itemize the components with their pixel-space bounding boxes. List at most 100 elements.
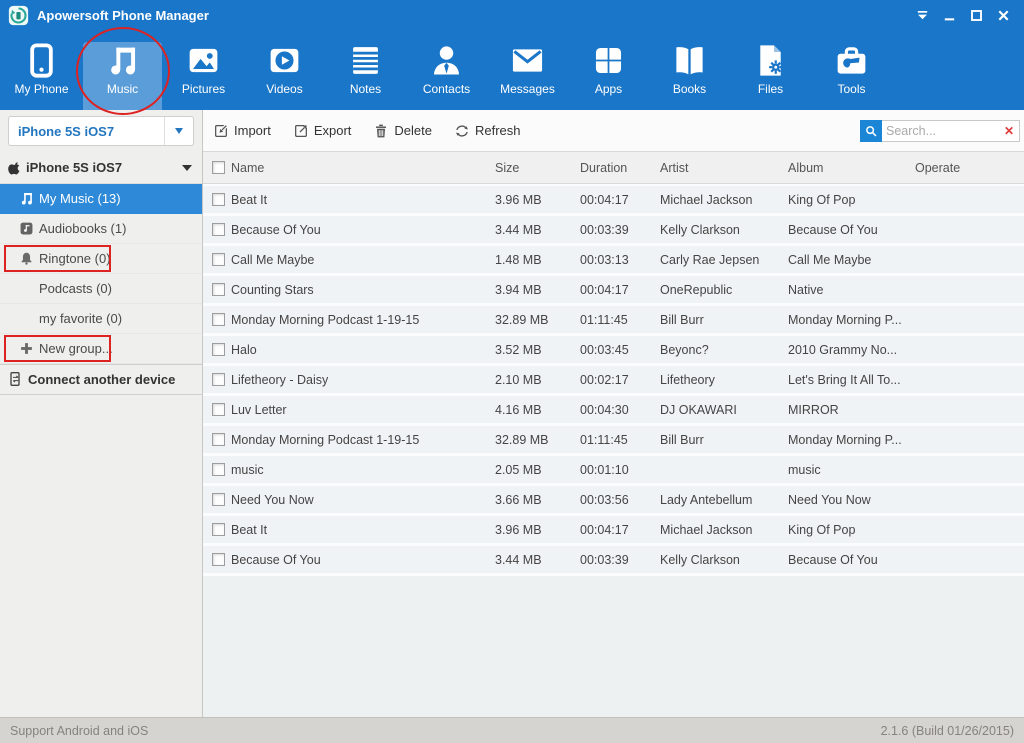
delete-button[interactable]: Delete	[373, 123, 432, 139]
search-input[interactable]	[882, 124, 999, 138]
cell-album: 2010 Grammy No...	[788, 343, 907, 357]
plus-icon	[19, 341, 39, 357]
skin-menu-icon[interactable]	[913, 7, 931, 23]
window-controls	[913, 7, 1016, 23]
device-selector-caret[interactable]	[164, 117, 193, 145]
table-row[interactable]: Call Me Maybe 1.48 MB 00:03:13 Carly Rae…	[203, 246, 1024, 273]
search-icon[interactable]	[860, 120, 882, 142]
books-icon	[672, 43, 707, 78]
sidebar-item-my-favorite-0[interactable]: my favorite (0)	[0, 304, 202, 334]
cell-size: 32.89 MB	[495, 313, 580, 327]
sidebar-item-podcasts-0[interactable]: Podcasts (0)	[0, 274, 202, 304]
col-artist[interactable]: Artist	[660, 161, 788, 175]
device-selector[interactable]: iPhone 5S iOS7	[8, 116, 194, 146]
device-header[interactable]: iPhone 5S iOS7	[0, 152, 202, 184]
cell-artist: Kelly Clarkson	[660, 223, 788, 237]
table-row[interactable]: Because Of You 3.44 MB 00:03:39 Kelly Cl…	[203, 546, 1024, 573]
table-row[interactable]: Monday Morning Podcast 1-19-15 32.89 MB …	[203, 426, 1024, 453]
sidebar-item-new-group[interactable]: New group...	[0, 334, 202, 364]
table-row[interactable]: Beat It 3.96 MB 00:04:17 Michael Jackson…	[203, 516, 1024, 543]
table-row[interactable]: music 2.05 MB 00:01:10 music	[203, 456, 1024, 483]
table-row[interactable]: Because Of You 3.44 MB 00:03:39 Kelly Cl…	[203, 216, 1024, 243]
cell-album: King Of Pop	[788, 193, 907, 207]
nav-item-messages[interactable]: Messages	[487, 30, 568, 110]
row-checkbox[interactable]	[212, 553, 225, 566]
sidebar-item-ringtone-0[interactable]: Ringtone (0)	[0, 244, 202, 274]
nav-item-label: Pictures	[182, 82, 225, 96]
sidebar-item-audiobooks-1[interactable]: Audiobooks (1)	[0, 214, 202, 244]
app-logo-icon	[8, 5, 29, 26]
cell-name: Because Of You	[231, 553, 321, 567]
col-name[interactable]: Name	[231, 161, 264, 175]
sidebar-item-my-music-13[interactable]: My Music (13)	[0, 184, 202, 214]
col-operate: Operate	[907, 161, 1024, 175]
cell-size: 32.89 MB	[495, 433, 580, 447]
row-checkbox[interactable]	[212, 283, 225, 296]
nav-item-tools[interactable]: Tools	[811, 30, 892, 110]
cell-duration: 00:03:39	[580, 223, 660, 237]
row-checkbox[interactable]	[212, 193, 225, 206]
col-size[interactable]: Size	[495, 161, 580, 175]
nav-item-music[interactable]: Music	[82, 30, 163, 110]
cell-name: music	[231, 463, 264, 477]
nav-item-apps[interactable]: Apps	[568, 30, 649, 110]
status-left: Support Android and iOS	[10, 724, 148, 738]
files-icon	[753, 43, 788, 78]
table-row[interactable]: Beat It 3.96 MB 00:04:17 Michael Jackson…	[203, 186, 1024, 213]
minimize-icon[interactable]	[940, 7, 958, 23]
nav-item-notes[interactable]: Notes	[325, 30, 406, 110]
row-checkbox[interactable]	[212, 493, 225, 506]
nav-item-books[interactable]: Books	[649, 30, 730, 110]
col-album[interactable]: Album	[788, 161, 907, 175]
select-all-checkbox[interactable]	[212, 161, 225, 174]
row-checkbox[interactable]	[212, 253, 225, 266]
row-checkbox[interactable]	[212, 433, 225, 446]
row-checkbox[interactable]	[212, 523, 225, 536]
cell-album: MIRROR	[788, 403, 907, 417]
maximize-icon[interactable]	[967, 7, 985, 23]
nav-item-contacts[interactable]: Contacts	[406, 30, 487, 110]
table-row[interactable]: Lifetheory - Daisy 2.10 MB 00:02:17 Life…	[203, 366, 1024, 393]
col-duration[interactable]: Duration	[580, 161, 660, 175]
table-row[interactable]: Counting Stars 3.94 MB 00:04:17 OneRepub…	[203, 276, 1024, 303]
table-row[interactable]: Monday Morning Podcast 1-19-15 32.89 MB …	[203, 306, 1024, 333]
nav-item-videos[interactable]: Videos	[244, 30, 325, 110]
cell-duration: 00:04:17	[580, 193, 660, 207]
apple-icon	[8, 161, 22, 175]
row-checkbox[interactable]	[212, 343, 225, 356]
row-checkbox[interactable]	[212, 463, 225, 476]
cell-name: Counting Stars	[231, 283, 314, 297]
row-checkbox[interactable]	[212, 403, 225, 416]
cell-album: Because Of You	[788, 553, 907, 567]
cell-name: Beat It	[231, 523, 267, 537]
nav-item-files[interactable]: Files	[730, 30, 811, 110]
cell-size: 3.96 MB	[495, 523, 580, 537]
search-box: ✕	[860, 120, 1020, 142]
close-icon[interactable]	[994, 7, 1012, 23]
import-button[interactable]: Import	[213, 123, 271, 139]
connect-another-device[interactable]: Connect another device	[0, 364, 202, 395]
table-header: Name Size Duration Artist Album Operate	[203, 152, 1024, 184]
content-empty-area	[203, 576, 1024, 717]
nav-item-label: My Phone	[14, 82, 68, 96]
row-checkbox[interactable]	[212, 313, 225, 326]
cell-artist: Michael Jackson	[660, 193, 788, 207]
nav-item-my-phone[interactable]: My Phone	[1, 30, 82, 110]
cell-artist: Bill Burr	[660, 313, 788, 327]
search-clear-icon[interactable]: ✕	[999, 124, 1019, 138]
statusbar: Support Android and iOS 2.1.6 (Build 01/…	[0, 717, 1024, 743]
nav-item-label: Videos	[266, 82, 302, 96]
row-checkbox[interactable]	[212, 373, 225, 386]
cell-duration: 00:03:45	[580, 343, 660, 357]
row-checkbox[interactable]	[212, 223, 225, 236]
refresh-button[interactable]: Refresh	[454, 123, 521, 139]
table-row[interactable]: Luv Letter 4.16 MB 00:04:30 DJ OKAWARI M…	[203, 396, 1024, 423]
table-row[interactable]: Halo 3.52 MB 00:03:45 Beyonc? 2010 Gramm…	[203, 336, 1024, 363]
table-row[interactable]: Need You Now 3.66 MB 00:03:56 Lady Anteb…	[203, 486, 1024, 513]
delete-icon	[373, 123, 389, 139]
export-button[interactable]: Export	[293, 123, 352, 139]
sidebar-item-label: Podcasts (0)	[39, 281, 112, 296]
nav-item-pictures[interactable]: Pictures	[163, 30, 244, 110]
sidebar: iPhone 5S iOS7 iPhone 5S iOS7 My Music (…	[0, 110, 203, 717]
cell-artist: Bill Burr	[660, 433, 788, 447]
